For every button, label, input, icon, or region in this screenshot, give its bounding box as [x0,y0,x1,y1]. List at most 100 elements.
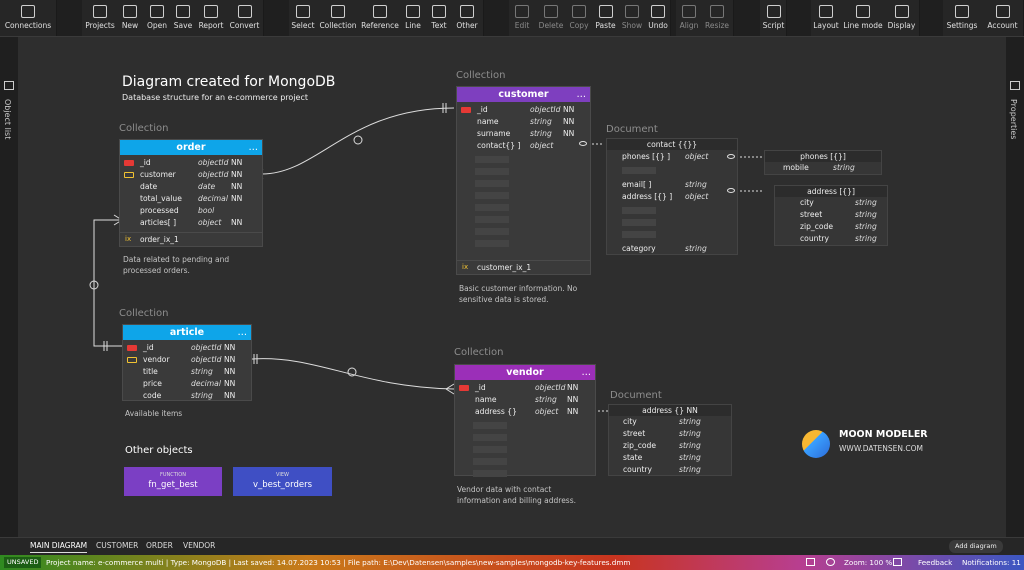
paste-button[interactable]: Paste [593,3,618,35]
select-button[interactable]: Select [290,3,316,35]
align-button[interactable]: Align [678,3,700,35]
field-row[interactable]: city string [775,197,887,209]
field-row[interactable]: _id objectId NN [457,104,590,116]
function-fn-get-best[interactable]: FUNCTION fn_get_best [124,467,222,496]
field-row[interactable]: name string NN [455,394,595,406]
field-not-null: NN [231,158,243,167]
field-row[interactable]: zip_code string [609,440,731,452]
field-name: customer [140,170,176,179]
reference-button[interactable]: Reference [360,3,400,35]
field-row[interactable]: articles[ ] object NN [120,217,262,229]
field-row[interactable]: city string [609,416,731,428]
field-row[interactable]: street string [775,209,887,221]
vendor-address-document[interactable]: address {} NN city string street string zip_… [608,404,732,476]
field-row[interactable]: country string [609,464,731,476]
order-index: ix order_ix_1 [120,232,262,246]
order-entity[interactable]: order… _id objectId NN customer objectId NN da… [119,139,263,247]
field-row[interactable]: title string NN [123,366,251,378]
customer-entity[interactable]: customer… _id objectId NN name string NN surna… [456,86,591,275]
field-row[interactable]: state string [609,452,731,464]
layout-icon [819,5,833,18]
order-fields: _id objectId NN customer objectId NN date date N… [120,155,262,229]
customer-note: Basic customer information. No sensitive… [459,284,578,304]
eye-icon[interactable] [579,141,587,146]
field-name: street [800,210,823,219]
field-row[interactable]: total_value decimal NN [120,193,262,205]
field-row[interactable]: address {} object NN [455,406,595,418]
field-row[interactable]: vendor objectId NN [123,354,251,366]
other-button[interactable]: Other [453,3,481,35]
field-row[interactable]: _id objectId NN [123,342,251,354]
article-entity[interactable]: article… _id objectId NN vendor objectId NN ti… [122,324,252,401]
zoom-level[interactable]: Zoom: 100 % [844,555,892,570]
field-row[interactable]: price decimal NN [123,378,251,390]
save-button[interactable]: Save [171,3,195,35]
field-type: date [198,182,216,191]
zoom-icon[interactable] [826,558,835,566]
report-button[interactable]: Report [196,3,226,35]
field-row[interactable]: _id objectId NN [120,157,262,169]
foreign-key-icon [127,357,137,363]
notifications-count[interactable]: Notifications: 11 [962,555,1021,570]
vendor-entity[interactable]: vendor… _id objectId NN name string NN address… [454,364,596,477]
field-row[interactable]: code string NN [123,390,251,402]
resize-button[interactable]: Resize [703,3,731,35]
field-row[interactable]: _id objectId NN [455,382,595,394]
add-diagram-button[interactable]: Add diagram [949,540,1003,553]
show-button[interactable]: Show [620,3,644,35]
undo-button[interactable]: Undo [646,3,670,35]
tab-vendor[interactable]: VENDOR [183,541,215,550]
contact-document[interactable]: contact {{}} phones [{} ] object email[ ]… [606,138,738,255]
display-button[interactable]: Display [886,3,917,35]
field-row[interactable]: surname string NN [457,128,590,140]
primary-key-icon [459,385,469,391]
account-button[interactable]: Account [984,3,1021,35]
field-row[interactable]: country string [775,233,887,245]
convert-button[interactable]: Convert [227,3,262,35]
layout-button[interactable]: Layout [812,3,840,35]
diagram-canvas[interactable]: Diagram created for MongoDB Database str… [18,37,1006,537]
copy-button[interactable]: Copy [567,3,591,35]
new-file-icon [123,5,137,18]
delete-button[interactable]: Delete [537,3,565,35]
field-row[interactable]: contact{} ] object [457,140,590,152]
field-row[interactable]: processed bool [120,205,262,217]
projects-button[interactable]: Projects [84,3,116,35]
fit-icon[interactable] [806,558,815,566]
tab-main-diagram[interactable]: MAIN DIAGRAM [30,541,88,553]
collection-button[interactable]: Collection [318,3,358,35]
customer-address-document[interactable]: address [{}] city string street string zip_c… [774,185,888,246]
field-row[interactable]: date date NN [120,181,262,193]
field-name: zip_code [800,222,834,231]
line-mode-button[interactable]: Line mode [843,3,883,35]
field-row[interactable]: name string NN [457,116,590,128]
connections-button[interactable]: Connections [4,3,52,35]
text-button[interactable]: Text [427,3,451,35]
new-button[interactable]: New [117,3,143,35]
field-row[interactable]: zip_code string [775,221,887,233]
field-not-null: NN [567,383,579,392]
phones-document[interactable]: phones [{}] mobile string [764,150,882,175]
edit-button[interactable]: Edit [511,3,533,35]
field-name: surname [477,129,511,138]
properties-panel[interactable]: Properties [1006,37,1024,537]
eye-icon[interactable] [727,154,735,159]
tab-order[interactable]: ORDER [146,541,173,550]
tab-customer[interactable]: CUSTOMER [96,541,138,550]
line-button[interactable]: Line [402,3,424,35]
object-list-panel[interactable]: Object list [0,37,18,537]
field-not-null: NN [231,218,243,227]
open-button[interactable]: Open [144,3,170,35]
view-v-best-orders[interactable]: VIEW v_best_orders [233,467,332,496]
panel-icon [4,81,14,90]
field-row[interactable]: customer objectId NN [120,169,262,181]
field-type: string [530,129,552,138]
field-name: articles[ ] [140,218,177,227]
script-button[interactable]: Script [761,3,786,35]
feedback-link[interactable]: Feedback [918,555,952,570]
field-row[interactable]: street string [609,428,731,440]
fullscreen-icon[interactable] [893,558,902,566]
field-not-null: NN [224,355,236,364]
settings-button[interactable]: Settings [945,3,979,35]
eye-icon[interactable] [727,188,735,193]
